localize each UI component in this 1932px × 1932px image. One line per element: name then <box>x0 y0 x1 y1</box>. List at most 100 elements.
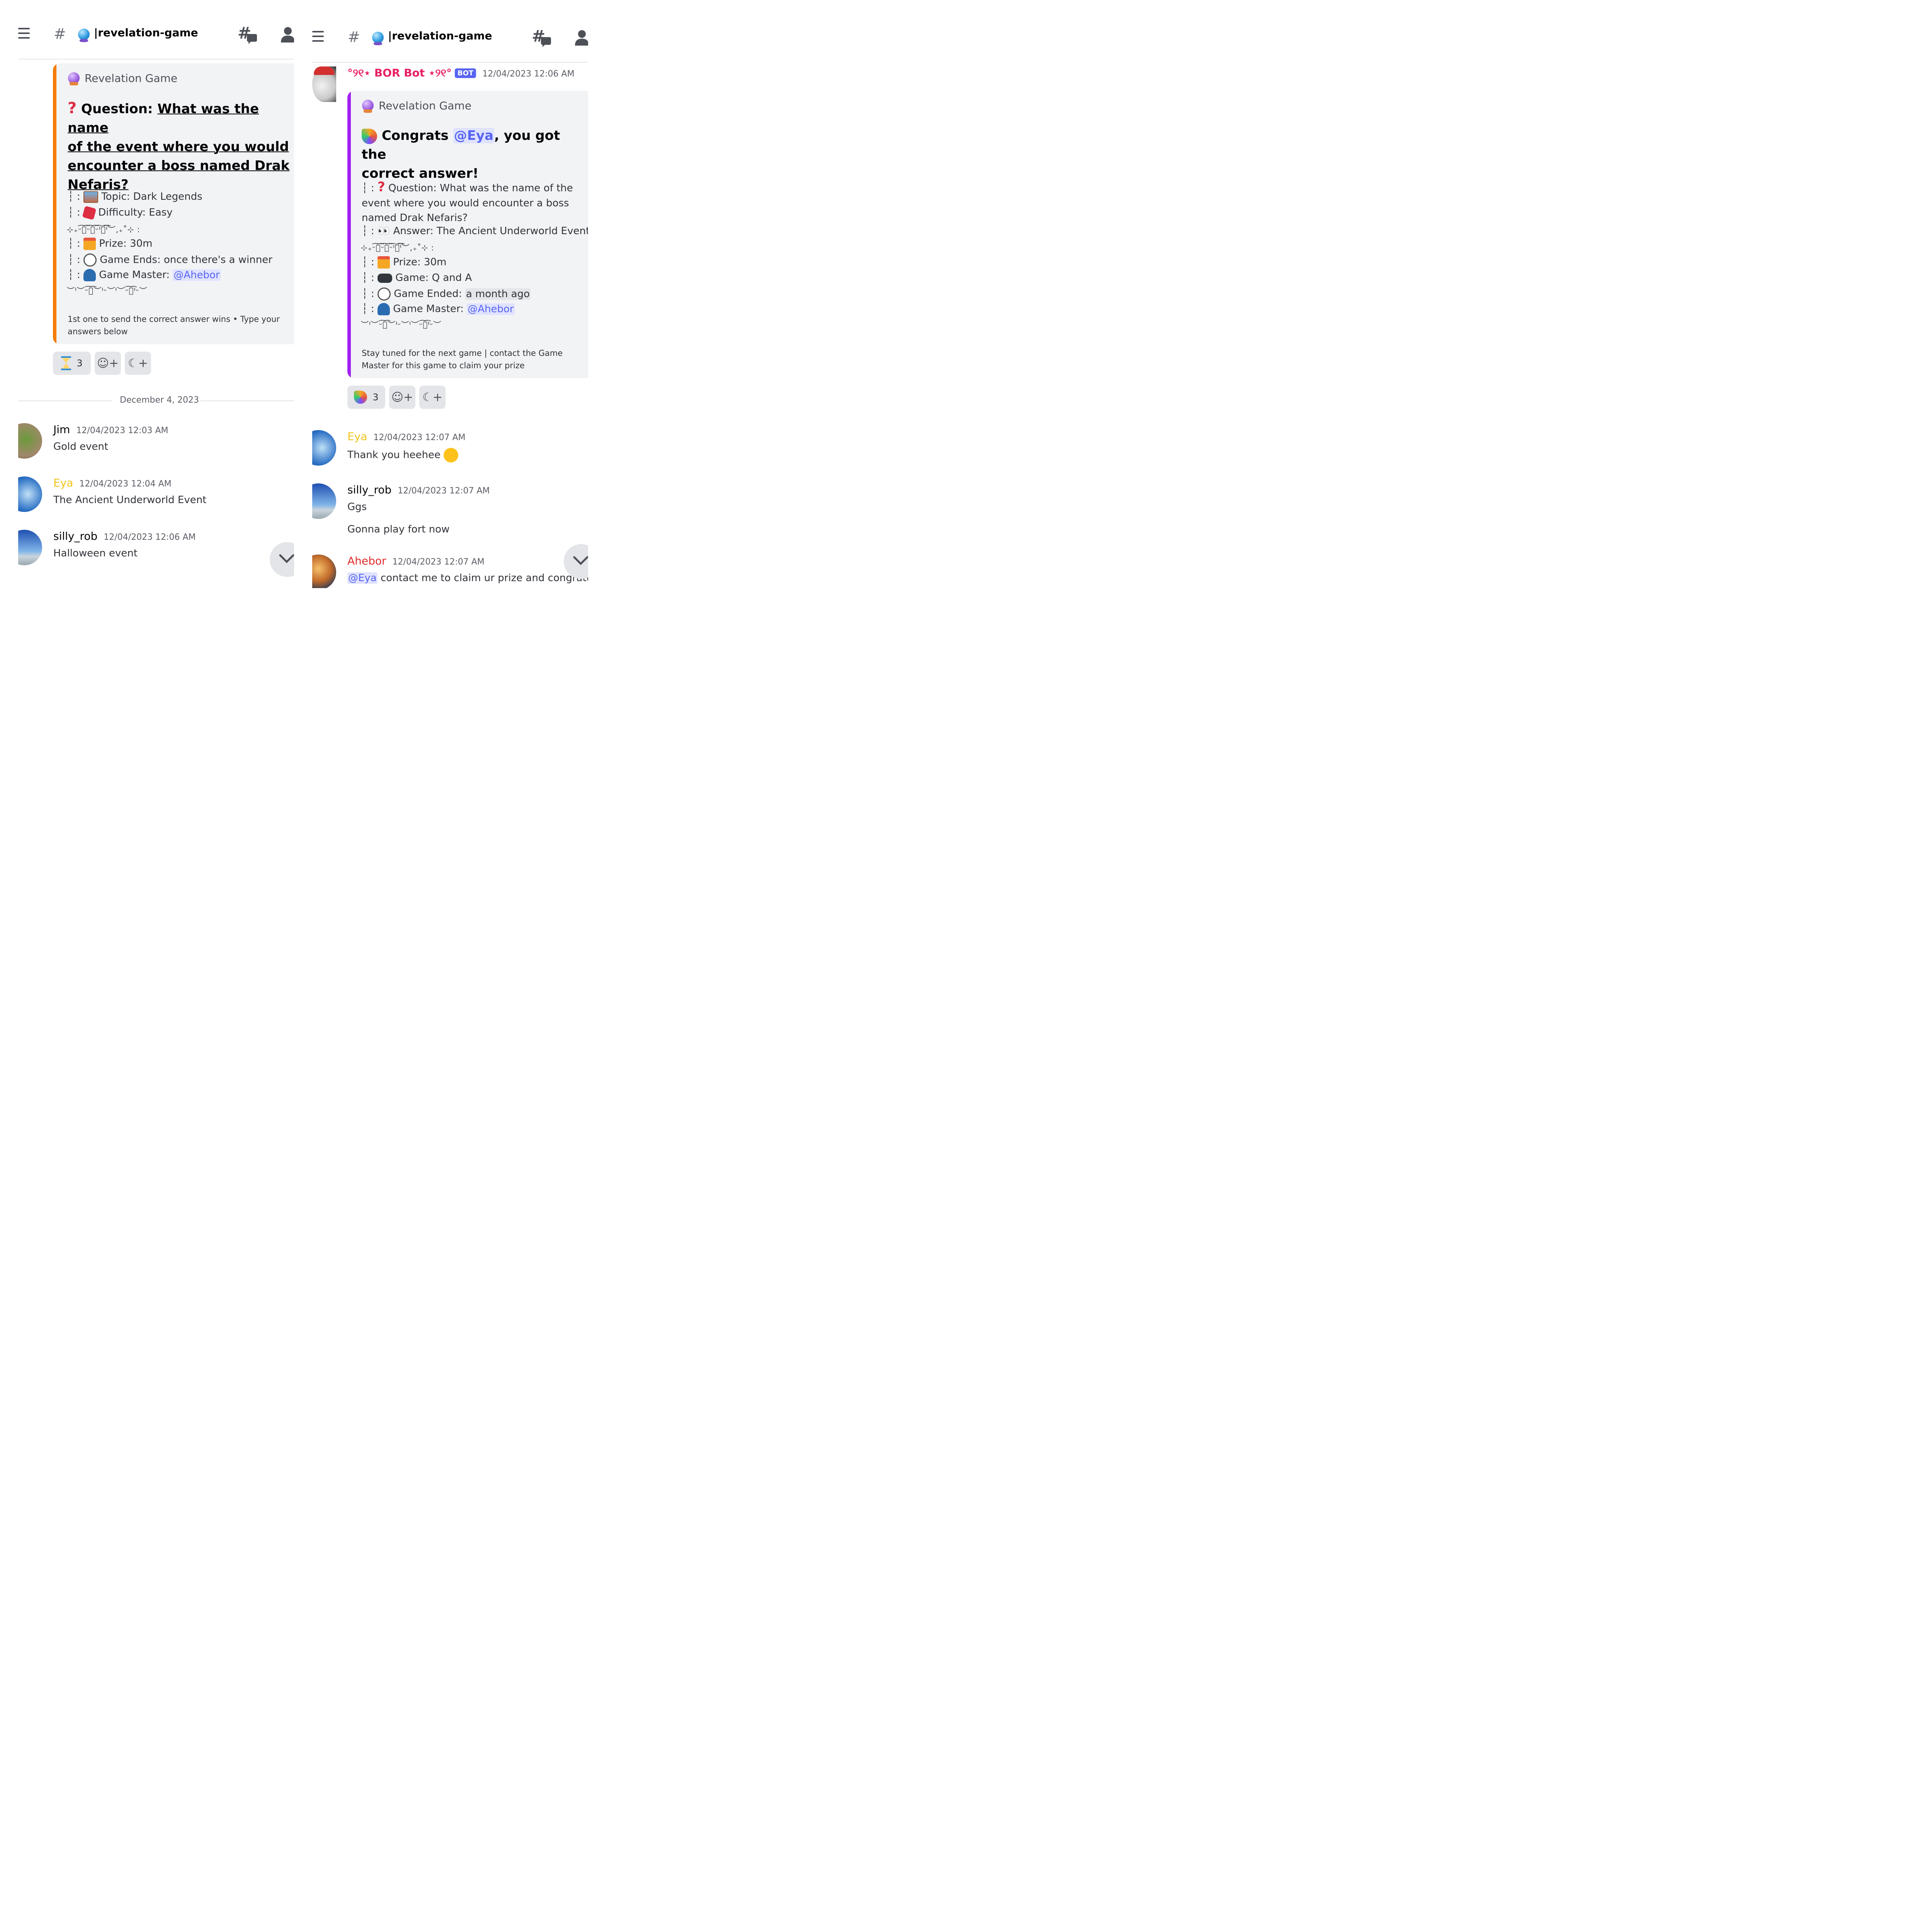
members-icon[interactable] <box>280 26 294 43</box>
message-username[interactable]: Eya 12/04/2023 12:07 AM <box>347 430 466 443</box>
embed-author: Revelation Game <box>68 72 177 85</box>
message-item: Eya 12/04/2023 12:07 AM Thank you heehee <box>312 430 588 469</box>
message-timestamp: 12/04/2023 12:07 AM <box>398 486 490 496</box>
hamburger-menu-icon[interactable] <box>312 31 324 43</box>
message-item: Jim 12/04/2023 12:03 AM Gold event <box>18 423 294 462</box>
decorative-divider: ⊹₊ᵕ͡︶͡ᵕ͡︶͡ᵕ͡ᑊ︶͡ᑊ͡︶,₊˚⊹ : <box>361 243 434 252</box>
message-text: Ggs <box>347 501 367 513</box>
decorative-divider: ⊹₊ᵕ͡︶͡ᵕ͡︶͡ᵕ͡ᑊ︶͡ᑊ͡︶,₊˚⊹ : <box>67 225 140 234</box>
message-username[interactable]: silly_rob 12/04/2023 12:07 AM <box>347 483 490 496</box>
congrats-heading: Congrats @Eya, you got the correct answe… <box>362 128 560 181</box>
message-timestamp: 12/04/2023 12:06 AM <box>482 69 575 79</box>
message-username[interactable]: Jim 12/04/2023 12:03 AM <box>53 423 168 436</box>
question-line: ┆ : ? Question: What was the name of the… <box>362 179 573 224</box>
user-mention[interactable]: @Eya <box>347 572 378 584</box>
game-line: ┆ : Game: Q and A <box>362 272 472 284</box>
message-item: silly_rob 12/04/2023 12:07 AM Ggs Gonna p… <box>312 483 588 537</box>
bot-badge: BOT <box>455 68 476 78</box>
prize-line: ┆ : Prize: 30m <box>362 256 447 269</box>
avatar[interactable] <box>18 476 42 512</box>
winner-mention[interactable]: @Eya <box>453 128 495 143</box>
message-text: @Eya contact me to claim ur prize and co… <box>347 572 588 584</box>
add-super-reaction-button[interactable]: ☾+ <box>419 386 446 409</box>
add-reaction-button[interactable]: ☺+ <box>95 352 121 375</box>
date-separator-label: December 4, 2023 <box>120 395 199 405</box>
avatar[interactable] <box>312 430 336 466</box>
channel-hash-icon: # <box>348 29 360 46</box>
decorative-divider: ︶ᑊ︶ᵕ͡︶͡︶ᑊᵕ︶ᑊ︶ᵕ͡︶͡ᑊᵕ︶ <box>67 286 148 295</box>
gift-icon <box>83 238 96 250</box>
embed-accent-bar <box>53 63 56 344</box>
decorative-divider: ︶ᑊ︶ᵕ͡︶͡︶ᑊᵕ︶ᑊ︶ᵕ͡︶͡ᑊᵕ︶ <box>361 320 442 329</box>
embed-footer: Stay tuned for the next game | contact t… <box>362 349 563 370</box>
threads-icon[interactable]: # <box>532 28 552 47</box>
eyes-icon: 👀 <box>377 225 390 237</box>
crystal-ball-icon <box>68 72 80 85</box>
avatar[interactable] <box>18 530 42 565</box>
add-reaction-icon: ☺+ <box>97 356 119 370</box>
crystal-ball-icon <box>362 100 374 113</box>
game-controller-icon <box>377 273 392 283</box>
channel-header: # |revelation-game # <box>312 26 588 53</box>
smiling-face-hearts-icon <box>444 448 459 463</box>
avatar[interactable] <box>312 554 336 588</box>
game-master-line: ┆ : Game Master: @Ahebor <box>68 269 221 281</box>
embed-question: ? Question: What was the name of the eve… <box>68 99 290 192</box>
reaction-hourglass[interactable]: 3 <box>53 352 91 375</box>
header-divider <box>18 59 294 60</box>
right-screenshot: # |revelation-game # °୨୧⋆ BOR Bot ⋆୨୧° BO… <box>312 0 588 588</box>
add-reaction-button[interactable]: ☺+ <box>389 386 415 409</box>
bot-avatar[interactable] <box>312 66 336 102</box>
message-username[interactable]: Eya 12/04/2023 12:04 AM <box>53 476 172 489</box>
add-super-reaction-button[interactable]: ☾+ <box>125 352 151 375</box>
user-silhouette-icon <box>83 269 96 281</box>
crystal-ball-icon <box>78 29 90 42</box>
hourglass-icon <box>61 356 71 370</box>
message-text: Gold event <box>53 441 109 452</box>
relative-timestamp[interactable]: a month ago <box>465 288 531 300</box>
topic-line: ┆ : Topic: Dark Legends <box>68 191 202 203</box>
stopwatch-icon <box>377 287 391 301</box>
stopwatch-icon <box>83 253 97 267</box>
threads-icon[interactable]: # <box>238 25 258 44</box>
crystal-ball-icon <box>372 32 384 45</box>
add-reaction-icon: ☺+ <box>391 390 413 404</box>
game-ended-line: ┆ : Game Ended: a month ago <box>362 287 531 301</box>
add-super-reaction-icon: ☾+ <box>422 390 443 404</box>
message-username[interactable]: silly_rob 12/04/2023 12:06 AM <box>53 530 196 543</box>
game-master-line: ┆ : Game Master: @Ahebor <box>362 303 515 315</box>
message-timestamp: 12/04/2023 12:07 AM <box>392 557 485 567</box>
chevron-down-icon <box>279 554 294 563</box>
message-text: Gonna play fort now <box>347 524 450 535</box>
add-super-reaction-icon: ☾+ <box>128 356 148 370</box>
embed-footer: 1st one to send the correct answer wins … <box>68 315 280 336</box>
game-master-mention[interactable]: @Ahebor <box>467 303 515 315</box>
hamburger-menu-icon[interactable] <box>18 28 30 39</box>
message-item: silly_rob 12/04/2023 12:06 AM Halloween e… <box>18 530 294 568</box>
message-text: Thank you heehee <box>347 448 459 463</box>
party-popper-icon <box>362 128 377 144</box>
message-username[interactable]: °୨୧⋆ BOR Bot ⋆୨୧° BOT 12/04/2023 12:06 AM <box>347 66 575 80</box>
difficulty-line: ┆ : Difficulty: Easy <box>68 206 173 220</box>
channel-name: |revelation-game <box>388 29 492 42</box>
message-username[interactable]: Ahebor 12/04/2023 12:07 AM <box>347 554 485 567</box>
party-popper-icon <box>354 391 367 404</box>
result-embed: Revelation Game Congrats @Eya, you got t… <box>347 91 588 378</box>
embed-author: Revelation Game <box>362 99 471 113</box>
game-ends-line: ┆ : Game Ends: once there's a winner <box>68 253 272 267</box>
channel-hash-icon: # <box>54 26 66 43</box>
avatar[interactable] <box>312 483 336 519</box>
avatar[interactable] <box>18 423 42 459</box>
game-master-mention[interactable]: @Ahebor <box>173 269 221 281</box>
message-timestamp: 12/04/2023 12:04 AM <box>79 479 172 489</box>
chevron-down-icon <box>573 556 588 565</box>
question-mark-icon: ? <box>68 99 77 117</box>
members-icon[interactable] <box>574 29 588 46</box>
prize-line: ┆ : Prize: 30m <box>68 238 153 250</box>
user-silhouette-icon <box>377 303 390 315</box>
reaction-party-popper[interactable]: 3 <box>347 386 385 409</box>
message-item: Eya 12/04/2023 12:04 AM The Ancient Under… <box>18 476 294 515</box>
gift-icon <box>377 256 390 269</box>
dice-icon <box>82 206 97 220</box>
message-timestamp: 12/04/2023 12:03 AM <box>76 426 168 435</box>
